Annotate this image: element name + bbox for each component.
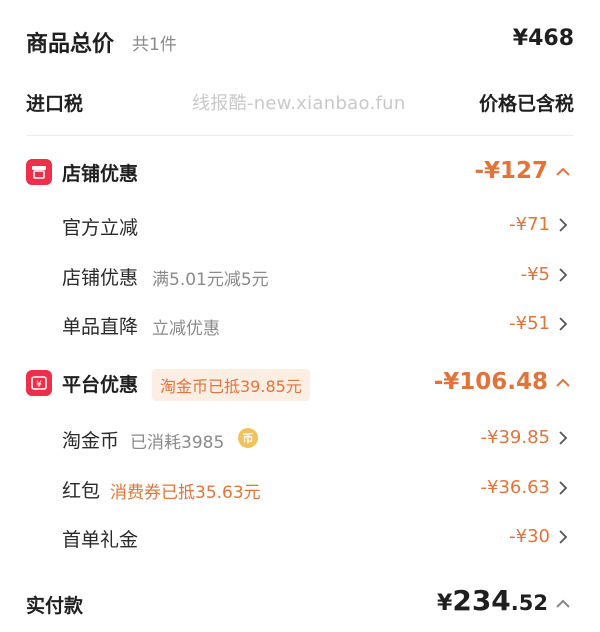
chevron-up-icon[interactable] [554,595,572,613]
chevron-right-icon[interactable] [554,266,572,284]
item-count: 共1件 [132,35,177,55]
store-discount-header[interactable]: 店铺优惠 -¥127 [0,150,600,194]
item-label: 店铺优惠 [62,267,139,289]
coin-icon: 币 [238,428,258,448]
item-note: 已消耗3985 [130,433,225,453]
summary-row: 商品总价 共1件 ¥468 [0,18,600,62]
total-price: ¥468 [512,26,574,51]
coupon-icon: ¥ [26,370,52,396]
chevron-right-icon[interactable] [554,429,572,447]
chevron-right-icon[interactable] [554,216,572,234]
payment-row[interactable]: 实付款 ¥234.52 [0,578,600,628]
item-label: 淘金币 [62,430,120,452]
item-label: 官方立减 [62,217,139,239]
payment-decimal: .52 [510,591,548,615]
discount-item-taojinbi[interactable]: 淘金币 已消耗3985 币 -¥39.85 [0,416,600,460]
item-label: 单品直降 [62,316,139,338]
discount-item-store[interactable]: 店铺优惠 满5.01元减5元 -¥5 [0,253,600,297]
tax-label: 进口税 [26,93,84,115]
divider [26,135,574,136]
item-amount: -¥5 [520,264,550,285]
tax-included-text: 价格已含税 [478,93,574,115]
item-label: 红包 [62,480,101,502]
platform-discount-header[interactable]: ¥ 平台优惠 淘金币已抵39.85元 -¥106.48 [0,361,600,405]
discount-item-official[interactable]: 官方立减 -¥71 [0,203,600,247]
taojinbi-deduction-pill: 淘金币已抵39.85元 [152,369,310,401]
watermark: 线报酷-new.xianbao.fun [192,93,406,114]
item-note: 立减优惠 [152,319,220,339]
platform-discount-title: 平台优惠 [62,374,139,396]
store-discount-amount: -¥127 [474,158,548,184]
tax-row: 进口税 线报酷-new.xianbao.fun 价格已含税 [0,79,600,123]
chevron-right-icon[interactable] [554,479,572,497]
discount-item-first-order[interactable]: 首单礼金 -¥30 [0,515,600,559]
summary-title: 商品总价 [26,32,115,57]
item-amount: -¥30 [509,526,550,547]
item-amount: -¥36.63 [480,477,550,498]
payment-currency: ¥ [437,591,453,616]
item-amount: -¥71 [509,214,550,235]
chevron-up-icon[interactable] [554,163,572,181]
discount-item-hongbao[interactable]: 红包 消费券已抵35.63元 -¥36.63 [0,466,600,510]
svg-text:¥: ¥ [36,380,42,390]
item-note: 满5.01元减5元 [152,270,269,290]
payment-label: 实付款 [26,595,84,617]
item-amount: -¥39.85 [480,427,550,448]
chevron-right-icon[interactable] [554,528,572,546]
store-discount-title: 店铺优惠 [62,163,139,185]
payment-integer: 234 [452,584,511,617]
item-note: 消费券已抵35.63元 [110,483,261,503]
store-icon [26,159,52,185]
payment-amount: ¥234.52 [437,584,548,617]
platform-discount-amount: -¥106.48 [433,369,548,395]
item-amount: -¥51 [509,313,550,334]
chevron-up-icon[interactable] [554,374,572,392]
discount-item-direct[interactable]: 单品直降 立减优惠 -¥51 [0,302,600,346]
item-label: 首单礼金 [62,529,139,551]
chevron-right-icon[interactable] [554,315,572,333]
